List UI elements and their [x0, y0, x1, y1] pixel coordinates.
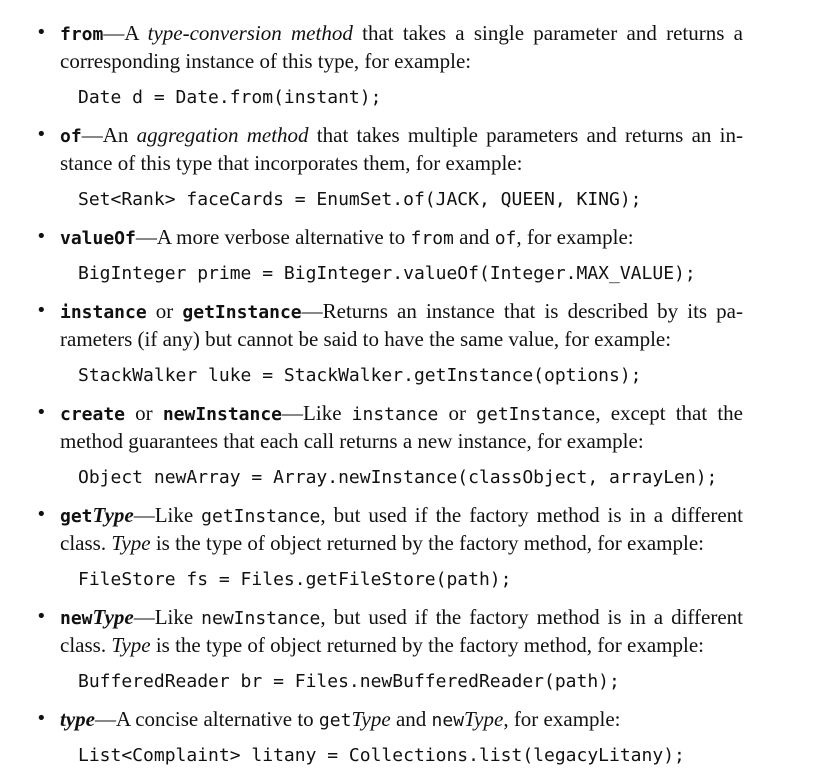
bullet: •	[36, 22, 47, 43]
bullet: •	[36, 606, 47, 627]
item-description: getType—Like getInstance, but used if th…	[60, 501, 743, 557]
inline-code: getInstance	[201, 506, 321, 527]
inline-code: get	[318, 710, 352, 731]
emphasis: aggregation method	[136, 123, 309, 147]
emphasis: Type	[464, 707, 504, 731]
item-description: valueOf—A more verbose alternative to fr…	[60, 223, 743, 251]
term-italic: type	[60, 707, 95, 731]
term: of	[60, 126, 82, 147]
emphasis: type-conversion method	[147, 21, 353, 45]
description-line: type—A concise alternative to getType an…	[60, 707, 621, 731]
bullet: •	[36, 708, 47, 729]
emphasis: Type	[111, 531, 151, 555]
term: instance	[60, 302, 147, 323]
bullet: •	[36, 300, 47, 321]
term: get	[60, 506, 93, 527]
item-description: create or newInstance—Like instance or g…	[60, 399, 743, 455]
item-description: of—An aggregation method that takes mult…	[60, 121, 743, 177]
bullet: •	[36, 504, 47, 525]
item-description: newType—Like newInstance, but used if th…	[60, 603, 743, 659]
description-line: of—An aggregation method that takes mult…	[60, 123, 743, 147]
description-line: getType—Like getInstance, but used if th…	[60, 503, 743, 527]
inline-code: from	[410, 228, 454, 249]
code-example: StackWalker luke = StackWalker.getInstan…	[78, 365, 642, 386]
description-line: valueOf—A more verbose alternative to fr…	[60, 225, 634, 249]
inline-code: getInstance	[476, 404, 596, 425]
description-line: class. Type is the type of object return…	[60, 531, 704, 555]
code-example: Date d = Date.from(instant);	[78, 87, 382, 108]
item-description: instance or getInstance—Returns an insta…	[60, 297, 743, 353]
emphasis: Type	[111, 633, 151, 657]
description-line: rameters (if any) but cannot be said to …	[60, 327, 672, 351]
inline-code: new	[431, 710, 465, 731]
item-description: type—A concise alternative to getType an…	[60, 705, 743, 733]
description-line: instance or getInstance—Returns an insta…	[60, 299, 743, 323]
term: getInstance	[182, 302, 302, 323]
emphasis: Type	[351, 707, 391, 731]
description-line: corresponding instance of this type, for…	[60, 49, 472, 73]
term: newInstance	[162, 404, 283, 425]
code-example: Object newArray = Array.newInstance(clas…	[78, 467, 718, 488]
term: from	[60, 24, 104, 45]
term: new	[60, 608, 93, 629]
code-example: Set<Rank> faceCards = EnumSet.of(JACK, Q…	[78, 189, 642, 210]
bullet: •	[36, 226, 47, 247]
code-example: List<Complaint> litany = Collections.lis…	[78, 745, 685, 766]
description-line: newType—Like newInstance, but used if th…	[60, 605, 743, 629]
code-example: BufferedReader br = Files.newBufferedRea…	[78, 671, 620, 692]
inline-code: newInstance	[201, 608, 321, 629]
item-description: from—A type-conversion method that takes…	[60, 19, 743, 75]
term: valueOf	[60, 228, 136, 249]
code-example: BigInteger prime = BigInteger.valueOf(In…	[78, 263, 696, 284]
description-line: from—A type-conversion method that takes…	[60, 21, 743, 45]
term-italic: Type	[92, 605, 134, 629]
term: create	[60, 404, 126, 425]
description-line: create or newInstance—Like instance or g…	[60, 401, 743, 425]
bullet: •	[36, 402, 47, 423]
code-example: FileStore fs = Files.getFileStore(path);	[78, 569, 512, 590]
inline-code: instance	[351, 404, 439, 425]
description-line: class. Type is the type of object return…	[60, 633, 704, 657]
bullet: •	[36, 124, 47, 145]
term-italic: Type	[92, 503, 134, 527]
inline-code: of	[494, 228, 517, 249]
description-line: method guarantees that each call returns…	[60, 429, 644, 453]
description-line: stance of this type that incorporates th…	[60, 151, 523, 175]
